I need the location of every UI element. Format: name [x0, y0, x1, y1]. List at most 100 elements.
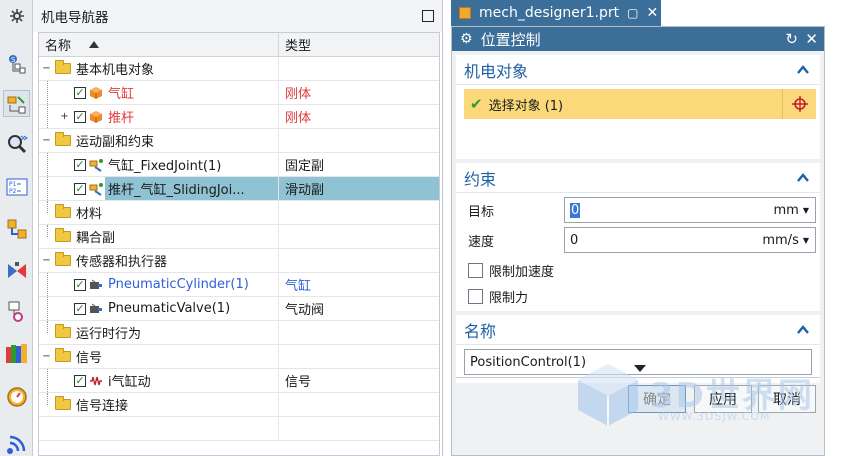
signal-icon[interactable] — [3, 297, 30, 324]
tree-row[interactable]: − 信号 — [39, 345, 439, 369]
tree-item-type: 信号 — [285, 375, 312, 390]
tree-cell-name: + ✓ 推杆 — [39, 105, 279, 128]
tree-item-type: 气缸 — [285, 279, 312, 294]
tree-guide — [47, 177, 48, 200]
document-tab[interactable]: mech_designer1.prt ▢ ✕ — [451, 0, 661, 26]
visibility-checkbox[interactable]: ✓ — [74, 87, 86, 99]
name-value[interactable]: PositionControl(1) — [470, 355, 586, 370]
tab-label: mech_designer1.prt — [479, 5, 620, 21]
show-more-icon[interactable] — [634, 365, 646, 372]
tree-row[interactable]: ✓ i气缸动 信号 — [39, 369, 439, 393]
limit-accel-checkbox[interactable] — [468, 262, 483, 278]
tab-pin-icon[interactable]: ▢ — [627, 6, 638, 20]
collapse-icon[interactable] — [796, 323, 810, 337]
tree-row[interactable]: 耦合副 — [39, 225, 439, 249]
speed-unit-select[interactable]: mm/s ▼ — [753, 233, 815, 248]
tree-row[interactable]: ✓ PneumaticCylinder(1) 气缸 — [39, 273, 439, 297]
tree-item-label: 传感器和执行器 — [76, 255, 168, 270]
target-value[interactable]: 0 — [570, 202, 581, 218]
tree-row[interactable]: ✓ 气缸 刚体 — [39, 81, 439, 105]
tree-row[interactable]: − 运动副和约束 — [39, 129, 439, 153]
search-icon[interactable] — [3, 130, 30, 157]
folder-icon — [55, 204, 71, 218]
navigator-title: 机电导航器 — [33, 0, 442, 32]
collapse-toggle-icon[interactable]: − — [42, 136, 51, 146]
target-unit-select[interactable]: mm ▼ — [753, 203, 815, 218]
assembly-navigator-icon[interactable]: S — [3, 50, 30, 77]
tree-item-label: 运动副和约束 — [76, 135, 155, 150]
runtime-icon[interactable] — [3, 383, 30, 410]
tree-row[interactable]: + ✓ 推杆 刚体 — [39, 105, 439, 129]
actuator-icon — [89, 302, 103, 316]
tree-row[interactable]: ✓ 气缸_FixedJoint(1) 固定副 — [39, 153, 439, 177]
tree-item-type: 固定副 — [285, 159, 325, 174]
crosshair-icon[interactable] — [782, 89, 816, 119]
limit-force-checkbox[interactable] — [468, 288, 483, 304]
select-object-row[interactable]: ✔ 选择对象 (1) — [464, 89, 816, 119]
tree-row-empty — [39, 417, 439, 441]
tree-item-label: 信号 — [76, 351, 103, 366]
valve-icon[interactable] — [3, 257, 30, 284]
object-section-header[interactable]: 机电对象 — [456, 55, 820, 85]
app-window: S P1= P2= 机电导航器 名称 类型 − 基本机电对象 ✓ 气缸 刚体 +… — [0, 0, 856, 456]
tree-row[interactable]: ✓ PneumaticValve(1) 气动阀 — [39, 297, 439, 321]
tree-guide — [47, 273, 48, 296]
position-control-dialog: ⚙ 位置控制 ↻ ✕ 机电对象 ✔ 选择对象 (1) 约束 目标 0 mm ▼ … — [451, 26, 825, 456]
column-header-type[interactable]: 类型 — [279, 33, 311, 56]
collapse-toggle-icon[interactable]: − — [42, 352, 51, 362]
tree-guide — [47, 297, 48, 320]
limit-force-row[interactable]: 限制力 — [456, 283, 820, 309]
speed-value[interactable]: 0 — [565, 233, 753, 248]
mechatronics-navigator-icon[interactable] — [3, 90, 30, 117]
visibility-checkbox[interactable]: ✓ — [74, 375, 86, 387]
collapse-icon[interactable] — [796, 63, 810, 77]
settings-icon[interactable] — [3, 2, 30, 29]
tree-row[interactable]: − 基本机电对象 — [39, 57, 439, 81]
tab-close-icon[interactable]: ✕ — [646, 5, 658, 21]
speed-row: 速度 0 mm/s ▼ — [456, 225, 820, 255]
tree-row[interactable]: 运行时行为 — [39, 321, 439, 345]
tree-guide — [47, 81, 48, 104]
expand-toggle-icon[interactable]: + — [60, 112, 69, 122]
tree-item-type: 刚体 — [285, 87, 312, 102]
apply-button[interactable]: 应用 — [694, 385, 752, 413]
limit-force-label: 限制力 — [489, 290, 529, 306]
collapse-toggle-icon[interactable]: − — [42, 256, 51, 266]
tree-guide — [47, 153, 48, 176]
dialog-title: 位置控制 — [480, 30, 541, 49]
visibility-checkbox[interactable]: ✓ — [74, 159, 86, 171]
ok-label: 确定 — [643, 392, 671, 408]
target-input[interactable]: 0 mm ▼ — [564, 197, 816, 223]
reset-icon[interactable]: ↻ — [785, 30, 798, 48]
visibility-checkbox[interactable]: ✓ — [74, 111, 86, 123]
tree-row[interactable]: 材料 — [39, 201, 439, 225]
tree-item-label: 气缸_FixedJoint(1) — [108, 159, 222, 174]
tree-cell-name: 耦合副 — [39, 225, 279, 248]
collapse-toggle-icon[interactable]: − — [42, 64, 51, 74]
ok-button[interactable]: 确定 — [628, 385, 686, 413]
limit-accel-row[interactable]: 限制加速度 — [456, 257, 820, 283]
part-navigator-icon[interactable]: P1= P2= — [3, 173, 30, 200]
maximize-icon[interactable] — [422, 10, 434, 22]
cancel-button[interactable]: 取消 — [758, 385, 816, 413]
visibility-checkbox[interactable]: ✓ — [74, 279, 86, 291]
collapse-icon[interactable] — [796, 171, 810, 185]
visibility-checkbox[interactable]: ✓ — [74, 183, 86, 195]
visibility-checkbox[interactable]: ✓ — [74, 303, 86, 315]
network-icon[interactable] — [3, 430, 30, 456]
speed-input[interactable]: 0 mm/s ▼ — [564, 227, 816, 253]
joint-icon — [89, 182, 103, 196]
close-icon[interactable]: ✕ — [805, 30, 818, 48]
tree-row[interactable]: ✓ 推杆_气缸_SlidingJoi... 滑动副 — [39, 177, 439, 201]
column-header-name[interactable]: 名称 — [39, 33, 279, 56]
library-icon[interactable] — [3, 340, 30, 367]
dialog-title-bar: ⚙ 位置控制 ↻ ✕ — [452, 27, 824, 51]
constraint-section-title: 约束 — [464, 169, 497, 189]
constraint-section-header[interactable]: 约束 — [456, 163, 820, 193]
column-name-label: 名称 — [45, 39, 72, 54]
tree-body: − 基本机电对象 ✓ 气缸 刚体 + ✓ 推杆 刚体 − 运动副和约束 ✓ 气缸_FixedJoint(… — [39, 57, 439, 441]
name-section-header[interactable]: 名称 — [456, 315, 820, 345]
constraint-icon[interactable] — [3, 215, 30, 242]
tree-row[interactable]: 信号连接 — [39, 393, 439, 417]
tree-row[interactable]: − 传感器和执行器 — [39, 249, 439, 273]
